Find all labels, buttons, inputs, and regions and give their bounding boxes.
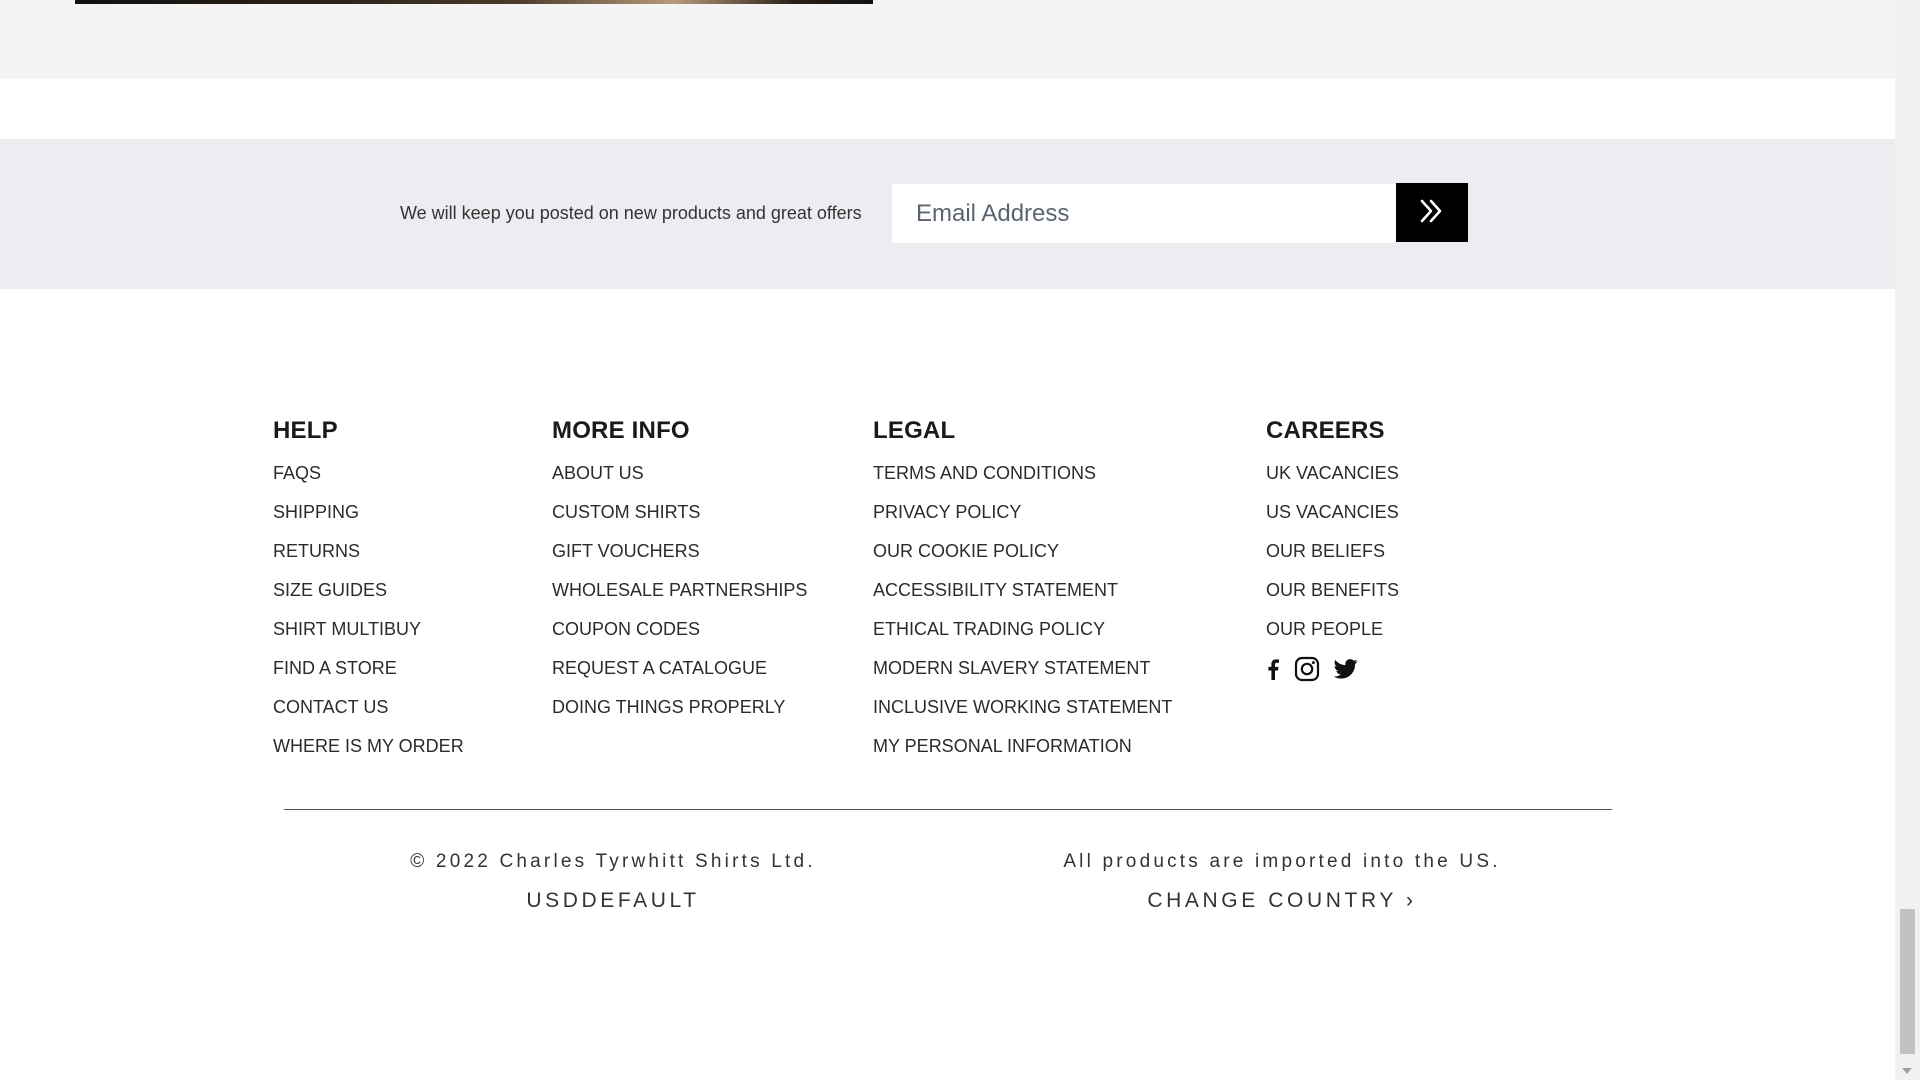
footer-link-request-a-catalogue[interactable]: REQUEST A CATALOGUE xyxy=(552,658,767,678)
footer-link-shirt-multibuy[interactable]: SHIRT MULTIBUY xyxy=(273,619,421,639)
footer-link-our-people[interactable]: OUR PEOPLE xyxy=(1266,619,1383,639)
currency-selector[interactable]: USDDEFAULT xyxy=(526,889,699,913)
footer-links-careers: UK VACANCIES US VACANCIES OUR BELIEFS OU… xyxy=(1266,454,1399,688)
footer-heading-legal: LEGAL xyxy=(873,417,956,444)
footer-link-find-a-store[interactable]: FIND A STORE xyxy=(273,658,397,678)
footer-link-returns[interactable]: RETURNS xyxy=(273,541,360,561)
footer-link-cookie-policy[interactable]: OUR COOKIE POLICY xyxy=(873,541,1059,561)
footer-link-inclusive-working-statement[interactable]: INCLUSIVE WORKING STATEMENT xyxy=(873,697,1172,717)
footer-column-help: HELP FAQS SHIPPING RETURNS SIZE GUIDES S… xyxy=(273,414,464,766)
footer-link-gift-vouchers[interactable]: GIFT VOUCHERS xyxy=(552,541,700,561)
footer-column-careers: CAREERS UK VACANCIES US VACANCIES OUR BE… xyxy=(1266,414,1399,688)
footer-link-modern-slavery-statement[interactable]: MODERN SLAVERY STATEMENT xyxy=(873,658,1150,678)
footer-link-contact-us[interactable]: CONTACT US xyxy=(273,697,388,717)
footer-link-about-us[interactable]: ABOUT US xyxy=(552,463,644,483)
footer-link-wholesale-partnerships[interactable]: WHOLESALE PARTNERSHIPS xyxy=(552,580,807,600)
footer-link-ethical-trading-policy[interactable]: ETHICAL TRADING POLICY xyxy=(873,619,1105,639)
change-country-link[interactable]: CHANGE COUNTRY › xyxy=(1147,889,1416,913)
footer-divider xyxy=(284,809,1612,810)
instagram-icon[interactable] xyxy=(1294,656,1320,682)
footer-links-legal: TERMS AND CONDITIONS PRIVACY POLICY OUR … xyxy=(873,454,1172,766)
footer-link-uk-vacancies[interactable]: UK VACANCIES xyxy=(1266,463,1399,483)
product-image-edge xyxy=(75,0,873,4)
email-field[interactable] xyxy=(892,184,1396,243)
copyright-text: © 2022 Charles Tyrwhitt Shirts Ltd. xyxy=(410,851,816,872)
footer-link-terms-and-conditions[interactable]: TERMS AND CONDITIONS xyxy=(873,463,1096,483)
footer-column-more-info: MORE INFO ABOUT US CUSTOM SHIRTS GIFT VO… xyxy=(552,414,807,727)
footer-link-size-guides[interactable]: SIZE GUIDES xyxy=(273,580,387,600)
previous-section-background xyxy=(0,0,1895,79)
footer-link-us-vacancies[interactable]: US VACANCIES xyxy=(1266,502,1399,522)
facebook-icon[interactable] xyxy=(1266,658,1280,680)
twitter-icon[interactable] xyxy=(1334,658,1358,679)
footer-links-more-info: ABOUT US CUSTOM SHIRTS GIFT VOUCHERS WHO… xyxy=(552,454,807,727)
footer-heading-help: HELP xyxy=(273,417,338,444)
double-chevron-right-icon xyxy=(1419,199,1445,226)
import-notice: All products are imported into the US. xyxy=(1063,851,1501,872)
scroll-down-arrow-icon[interactable] xyxy=(1902,1068,1912,1074)
page: We will keep you posted on new products … xyxy=(0,0,1920,1080)
footer-link-where-is-my-order[interactable]: WHERE IS MY ORDER xyxy=(273,736,464,756)
viewport: We will keep you posted on new products … xyxy=(0,0,1895,1080)
footer-link-faqs[interactable]: FAQS xyxy=(273,463,321,483)
footer-column-legal: LEGAL TERMS AND CONDITIONS PRIVACY POLIC… xyxy=(873,414,1172,766)
footer-link-my-personal-information[interactable]: MY PERSONAL INFORMATION xyxy=(873,736,1132,756)
footer-heading-more-info: MORE INFO xyxy=(552,417,690,444)
footer-heading-careers: CAREERS xyxy=(1266,417,1385,444)
newsletter-text: We will keep you posted on new products … xyxy=(400,203,862,223)
footer-link-our-beliefs[interactable]: OUR BELIEFS xyxy=(1266,541,1385,561)
footer-link-shipping[interactable]: SHIPPING xyxy=(273,502,359,522)
footer-link-custom-shirts[interactable]: CUSTOM SHIRTS xyxy=(552,502,700,522)
footer-link-doing-things-properly[interactable]: DOING THINGS PROPERLY xyxy=(552,697,785,717)
footer-link-coupon-codes[interactable]: COUPON CODES xyxy=(552,619,700,639)
vertical-scrollbar[interactable] xyxy=(1895,0,1920,1080)
newsletter-submit-button[interactable] xyxy=(1396,183,1468,242)
footer-link-accessibility-statement[interactable]: ACCESSIBILITY STATEMENT xyxy=(873,580,1118,600)
social-links xyxy=(1266,649,1399,688)
footer-links-help: FAQS SHIPPING RETURNS SIZE GUIDES SHIRT … xyxy=(273,454,464,766)
footer-link-privacy-policy[interactable]: PRIVACY POLICY xyxy=(873,502,1021,522)
footer-link-our-benefits[interactable]: OUR BENEFITS xyxy=(1266,580,1399,600)
scrollbar-thumb[interactable] xyxy=(1900,909,1915,1054)
